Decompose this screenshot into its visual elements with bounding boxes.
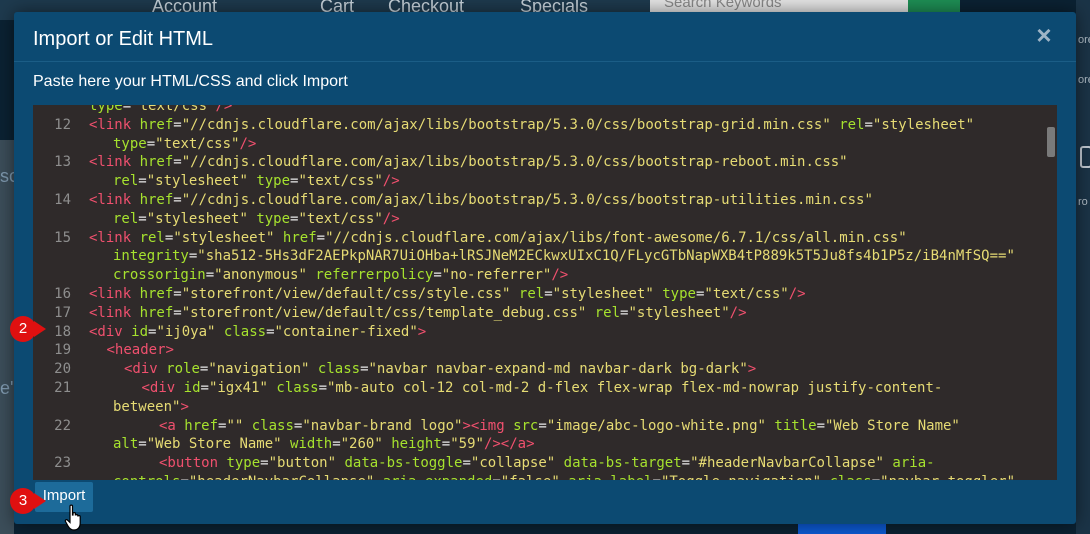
code-line[interactable]: 17 <link href="storefront/view/default/cs… [33,304,1043,323]
code-text: <link href="storefront/view/default/css/… [89,285,806,302]
code-text: <link rel="stylesheet" href="//cdnjs.clo… [89,229,907,246]
line-number: 14 [54,191,71,208]
line-number: 16 [54,285,71,302]
code-line[interactable]: 14 <link href="//cdnjs.cloudflare.com/aja… [33,191,1043,210]
code-text: rel="stylesheet" type="text/css"/> [113,173,400,190]
bg-left-fragment: e' [0,378,14,398]
line-number [33,247,71,266]
modal-instructions: Paste here your HTML/CSS and click Impor… [33,73,348,90]
line-number: 15 [54,229,71,246]
code-text: <div role="navigation" class="navbar nav… [124,361,757,378]
line-number [33,210,71,229]
code-line[interactable]: 22 <a href="" class="navbar-brand logo"><… [33,417,1043,436]
code-line[interactable]: integrity="sha512-5Hs3dF2AEPkpNAR7UiOHba… [33,247,1043,266]
line-number [33,473,71,480]
code-text: <link href="storefront/view/default/css/… [89,304,747,321]
step-marker-2: 2 [10,316,36,342]
modal-header: Import or Edit HTML × [14,12,1076,62]
code-line[interactable]: rel="stylesheet" type="text/css"/> [33,210,1043,229]
code-line[interactable]: 13 <link href="//cdnjs.cloudflare.com/aja… [33,153,1043,172]
modal-title: Import or Edit HTML [33,28,214,50]
code-text: <header> [106,342,174,359]
code-text: alt="Web Store Name" width="260" height=… [113,436,535,453]
code-line[interactable]: controls="headerNavbarCollapse" aria-exp… [33,473,1043,480]
code-line[interactable]: 12 <link href="//cdnjs.cloudflare.com/aja… [33,116,1043,135]
code-text: <button type="button" data-bs-toggle="co… [159,455,935,472]
code-text: <div id="ij0ya" class="container-fixed"> [89,323,427,340]
code-line[interactable]: between"> [33,398,1043,417]
close-icon[interactable]: × [1032,22,1056,48]
line-number [33,398,71,417]
code-line[interactable]: type="text/css"/> [33,135,1043,154]
code-line[interactable]: 19 <header> [33,341,1043,360]
step-arrow-icon [34,493,46,509]
code-line[interactable]: 15 <link rel="stylesheet" href="//cdnjs.c… [33,229,1043,248]
code-line[interactable]: type="text/css"/> [33,105,1043,116]
line-number: 21 [54,379,71,396]
code-line[interactable]: 23 <button type="button" data-bs-toggle="… [33,454,1043,473]
line-number [33,266,71,285]
bg-right-fragment: ore [1078,34,1090,46]
line-number: 22 [54,417,71,434]
code-text: <link href="//cdnjs.cloudflare.com/ajax/… [89,116,975,133]
line-number [33,435,71,454]
code-text: controls="headerNavbarCollapse" aria-exp… [71,473,1043,480]
line-number: 12 [54,116,71,133]
code-line[interactable]: 16 <link href="storefront/view/default/cs… [33,285,1043,304]
code-text: <a href="" class="navbar-brand logo"><im… [159,417,960,434]
code-line[interactable]: 21 <div id="igx41" class="mb-auto col-12 … [33,379,1043,398]
code-line[interactable]: crossorigin="anonymous" referrerpolicy="… [33,266,1043,285]
code-text: integrity="sha512-5Hs3dF2AEPkpNAR7UiOHba… [113,248,1015,265]
bg-right-fragment: ro [1078,196,1088,208]
code-content[interactable]: type="text/css"/> 12 <link href="//cdnjs.c… [33,105,1043,480]
line-number: 13 [54,154,71,171]
code-text: rel="stylesheet" type="text/css"/> [113,210,400,227]
code-text: <link href="//cdnjs.cloudflare.com/ajax/… [89,154,848,171]
code-text: <div id="igx41" class="mb-auto col-12 co… [141,379,943,396]
line-number [33,135,71,154]
bg-right-checkbox [1080,146,1090,168]
code-line[interactable]: alt="Web Store Name" width="260" height=… [33,435,1043,454]
code-line[interactable]: 18 <div id="ij0ya" class="container-fixed… [33,323,1043,342]
line-number: 20 [54,361,71,378]
code-text: type="text/css"/> [89,105,233,114]
line-number: 19 [54,342,71,359]
code-line[interactable]: rel="stylesheet" type="text/css"/> [33,172,1043,191]
bg-right-fragment: ore [1078,74,1090,86]
code-text: crossorigin="anonymous" referrerpolicy="… [113,267,569,284]
code-text: between"> [113,398,189,415]
line-number [33,172,71,191]
code-text: <link href="//cdnjs.cloudflare.com/ajax/… [89,191,873,208]
html-code-editor[interactable]: type="text/css"/> 12 <link href="//cdnjs.c… [33,105,1057,480]
hand-pointer-icon [64,504,81,531]
step-marker-3: 3 [10,488,36,514]
line-number: 17 [54,304,71,321]
line-number [33,105,71,116]
import-html-modal: Import or Edit HTML × Paste here your HT… [14,12,1076,524]
line-number: 23 [54,455,71,472]
code-line[interactable]: 20 <div role="navigation" class="navbar n… [33,360,1043,379]
editor-scroll-thumb[interactable] [1047,127,1055,157]
editor-scrollbar[interactable] [1045,105,1057,480]
code-text: type="text/css"/> [113,135,257,152]
step-arrow-icon [34,321,46,337]
